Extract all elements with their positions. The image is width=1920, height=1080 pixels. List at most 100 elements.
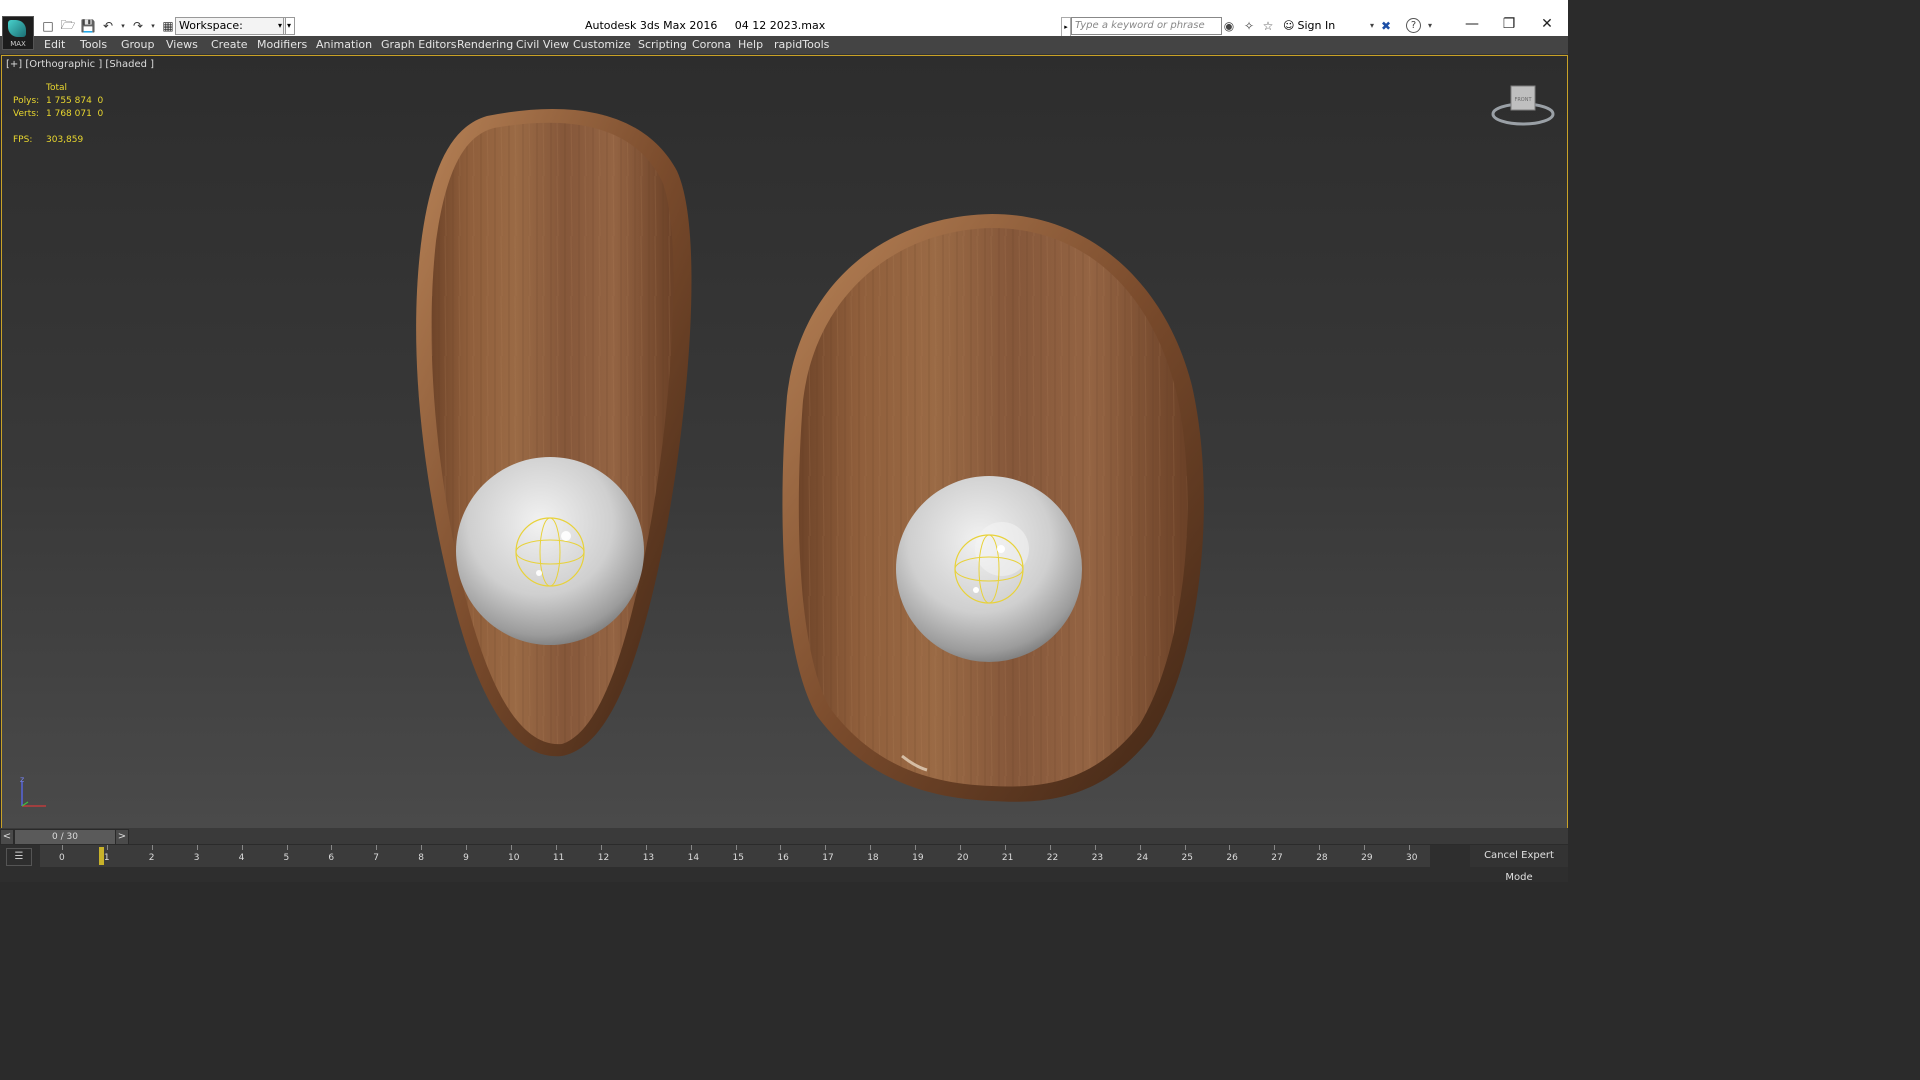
frame-tick-label: 30 xyxy=(1406,853,1418,863)
workspace-dropdown[interactable]: Workspace: Default ▾ xyxy=(175,17,286,48)
communication-center-icon[interactable]: ✧ xyxy=(1241,18,1257,34)
next-frame-button[interactable]: > xyxy=(115,829,129,845)
menu-scripting[interactable]: Scripting xyxy=(638,38,687,52)
menu-create[interactable]: Create xyxy=(211,38,248,52)
undo-icon[interactable]: ↶ xyxy=(100,18,116,34)
frame-tick-mark xyxy=(825,845,827,850)
frame-tick-label: 5 xyxy=(283,853,290,863)
frame-tick-label: 9 xyxy=(463,853,469,863)
sign-in-label: Sign In xyxy=(1297,19,1336,32)
prev-frame-button[interactable]: < xyxy=(0,829,14,845)
frame-tick-mark xyxy=(1184,845,1186,850)
wood-plate-right[interactable] xyxy=(782,214,1204,802)
frame-tick-label: 10 xyxy=(508,853,520,863)
frame-tick-mark xyxy=(62,845,63,850)
time-slider-thumb[interactable]: 0 / 30 xyxy=(14,829,116,845)
frame-tick-label: 19 xyxy=(912,853,924,863)
open-mini-curve-editor-icon[interactable]: ☰ xyxy=(6,848,32,866)
time-slider[interactable]: < 0 / 30 > xyxy=(0,828,1568,845)
frame-tick-label: 27 xyxy=(1271,853,1283,863)
close-icon[interactable]: ✕ xyxy=(1537,14,1557,34)
star-icon[interactable]: ☆ xyxy=(1260,18,1276,34)
menu-civil-view[interactable]: Civil View xyxy=(516,38,569,52)
frame-tick-mark xyxy=(780,845,782,850)
menu-corona[interactable]: Corona xyxy=(692,38,731,52)
menu-modifiers[interactable]: Modifiers xyxy=(257,38,307,52)
minimize-icon[interactable]: — xyxy=(1462,14,1482,34)
frame-tick-mark xyxy=(331,845,333,850)
logo-label: MAX xyxy=(10,40,26,48)
frame-tick-label: 22 xyxy=(1046,853,1059,863)
redo-icon[interactable]: ↷ xyxy=(130,18,146,34)
frame-tick-mark xyxy=(376,845,378,850)
menu-animation[interactable]: Animation xyxy=(316,38,372,52)
binoculars-icon[interactable]: ◉ xyxy=(1221,18,1237,34)
scene-objects xyxy=(416,108,1204,802)
frame-tick-label: 2 xyxy=(148,853,155,863)
customize-toolbar-icon[interactable]: ▾ xyxy=(283,17,295,35)
search-input[interactable]: Type a keyword or phrase xyxy=(1071,17,1222,35)
frame-ruler[interactable]: 0 1 2 3 4 5 6 7 8 9 10 11 12 13 14 15 16 17 18 19 20 21 22 23 24… xyxy=(40,845,1430,867)
frame-tick-label: 6 xyxy=(328,853,335,863)
frame-tick-mark xyxy=(1004,845,1006,850)
menu-rapidtools[interactable]: rapidTools xyxy=(774,38,829,52)
project-folder-icon[interactable]: ▦ xyxy=(160,18,176,34)
menu-rendering[interactable]: Rendering xyxy=(457,38,513,52)
open-icon[interactable]: 🗁 xyxy=(60,18,76,34)
search-expand-icon[interactable]: ▸ xyxy=(1061,17,1071,37)
viewcube-face-label: FRONT xyxy=(1514,97,1532,103)
new-file-icon[interactable]: □ xyxy=(40,18,56,34)
frame-tick-mark xyxy=(645,845,647,850)
frame-tick-label: 17 xyxy=(822,853,834,863)
save-icon[interactable]: 💾 xyxy=(80,18,96,34)
viewcube[interactable]: FRONT xyxy=(1490,84,1556,133)
help-icon[interactable]: ? xyxy=(1406,18,1421,33)
frame-tick-mark xyxy=(241,845,243,850)
frame-tick-mark xyxy=(690,845,692,850)
quick-access-toolbar: □ 🗁 💾 ↶ ▾ ↷ ▾ ▦ xyxy=(40,18,180,34)
window-title: Autodesk 3ds Max 2016 04 12 2023.max xyxy=(585,19,826,32)
frame-tick-label: 13 xyxy=(642,853,655,863)
frame-tick-label: 0 xyxy=(59,853,65,863)
frame-tick-mark xyxy=(106,845,108,850)
menu-customize[interactable]: Customize xyxy=(573,38,631,52)
frame-tick-label: 3 xyxy=(193,853,200,863)
frame-tick-mark xyxy=(735,845,737,850)
frame-tick-mark xyxy=(421,845,423,850)
track-bar: ☰ 0 1 2 3 4 5 6 7 8 9 10 11 12 13 14 15 16 17 18 19 20 21 22 23… xyxy=(0,845,1568,883)
menu-graph-editors[interactable]: Graph Editors xyxy=(381,38,457,52)
help-dropdown-icon[interactable]: ▾ xyxy=(1422,18,1438,34)
menu-tools[interactable]: Tools xyxy=(80,38,107,52)
chevron-down-icon: ▾ xyxy=(277,21,282,30)
frame-tick-label: 28 xyxy=(1316,853,1328,863)
frame-tick-mark xyxy=(286,845,288,850)
frame-tick-mark xyxy=(960,845,961,850)
menu-views[interactable]: Views xyxy=(166,38,198,52)
frame-tick-mark xyxy=(555,845,557,850)
menu-edit[interactable]: Edit xyxy=(44,38,65,52)
frame-tick-label: 12 xyxy=(597,853,610,863)
frame-tick-label: 24 xyxy=(1136,853,1149,863)
wood-plate-left[interactable] xyxy=(416,108,692,757)
menu-group[interactable]: Group xyxy=(121,38,155,52)
glass-globe-left[interactable] xyxy=(456,457,644,645)
frame-tick-mark xyxy=(915,845,917,850)
application-menu-button[interactable]: MAX xyxy=(2,16,34,50)
frame-tick-label: 21 xyxy=(1001,853,1014,863)
frame-tick-mark xyxy=(1364,845,1366,850)
user-icon: ☺ xyxy=(1283,19,1295,32)
frame-tick-label: 7 xyxy=(373,853,380,863)
viewport[interactable]: [+] [Orthographic ] [Shaded ] Total Poly… xyxy=(1,55,1568,829)
frame-tick-label: 15 xyxy=(732,853,744,863)
cancel-expert-mode-button[interactable]: Cancel Expert Mode xyxy=(1470,845,1568,883)
restore-icon[interactable]: ❐ xyxy=(1499,14,1519,34)
frame-tick-label: 14 xyxy=(687,853,700,863)
menu-help[interactable]: Help xyxy=(738,38,763,52)
axis-z-label: z xyxy=(20,776,24,784)
exchange-apps-icon[interactable]: ✖ xyxy=(1378,18,1394,34)
frame-tick-mark xyxy=(1139,845,1141,850)
redo-dropdown-icon[interactable]: ▾ xyxy=(150,18,156,34)
undo-dropdown-icon[interactable]: ▾ xyxy=(120,18,126,34)
sign-in-button[interactable]: ☺ Sign In xyxy=(1283,18,1335,34)
frame-tick-label: 23 xyxy=(1091,853,1104,863)
